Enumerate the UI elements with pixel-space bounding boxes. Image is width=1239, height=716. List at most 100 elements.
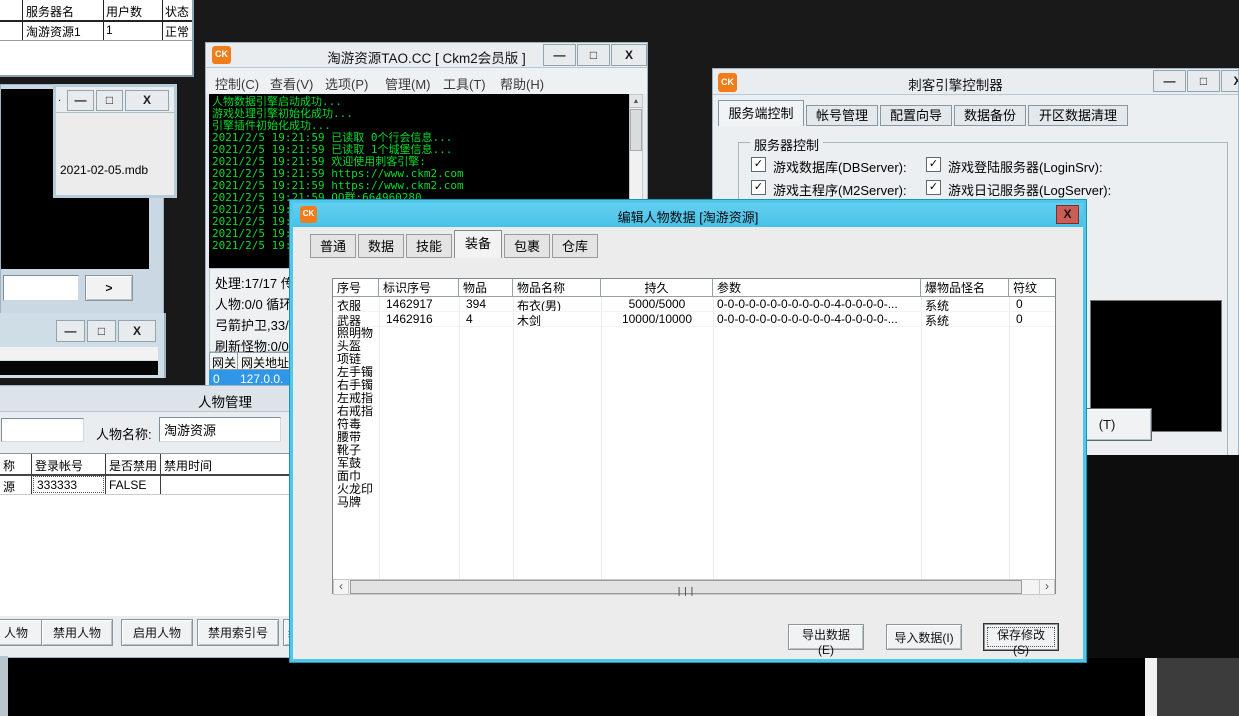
cell-id: 1462916 — [379, 312, 459, 326]
maximize-button[interactable]: □ — [1187, 70, 1220, 92]
server-row-users[interactable]: 1 — [106, 23, 113, 37]
scrollbar-thumb[interactable]: ||| — [350, 580, 1022, 594]
menu-item-manage[interactable]: 管理(M) — [385, 74, 431, 93]
path-field[interactable] — [3, 275, 79, 301]
tab-warehouse[interactable]: 仓库 — [552, 234, 598, 258]
save-changes-button[interactable]: 保存修改(S) — [984, 624, 1058, 650]
slot-row[interactable]: 右手镯 — [333, 379, 1055, 392]
ban-character-button[interactable]: 禁用人物 — [41, 619, 113, 646]
cell-item: 394 — [459, 297, 513, 311]
menu-item-options[interactable]: 选项(P) — [325, 74, 368, 93]
column-header-server-name: 服务器名 — [26, 3, 74, 20]
tab-data[interactable]: 数据 — [358, 234, 404, 258]
slot-row[interactable]: 项链 — [333, 353, 1055, 366]
dialog-title: 编辑人物数据 [淘游资源] — [293, 207, 1083, 226]
column-header-banned: 是否禁用 — [109, 457, 157, 474]
slot-row[interactable]: 右戒指 — [333, 405, 1055, 418]
slot-row[interactable]: 头盔 — [333, 340, 1055, 353]
checkbox-label-loginsrv: 游戏登陆服务器(LoginSrv): — [948, 157, 1103, 176]
minimize-button[interactable]: — — [56, 320, 85, 342]
cell-rune: 0 — [1009, 297, 1055, 311]
right-dark-region — [1086, 455, 1239, 658]
filter-input[interactable] — [1, 418, 84, 442]
column-header-gateway-address: 网关地址 — [241, 354, 289, 371]
account-row-name[interactable]: 源 — [3, 478, 15, 495]
slot-row[interactable]: 照明物 — [333, 327, 1055, 340]
slot-row[interactable]: 靴子 — [333, 444, 1055, 457]
maximize-button[interactable]: □ — [87, 320, 116, 342]
account-row-banned[interactable]: FALSE — [109, 478, 146, 492]
tab-skills[interactable]: 技能 — [406, 234, 452, 258]
slot-row[interactable]: 面巾 — [333, 470, 1055, 483]
tab-config-wizard[interactable]: 配置向导 — [880, 105, 952, 126]
enable-character-button[interactable]: 启用人物 — [121, 619, 193, 646]
titlebar[interactable]: CK 编辑人物数据 [淘游资源] X — [293, 203, 1083, 227]
close-button[interactable]: X — [611, 44, 647, 66]
menu-item-help[interactable]: 帮助(H) — [500, 74, 544, 93]
window-title: . — [58, 92, 61, 104]
column-header-drop-monster[interactable]: 爆物品怪名 — [921, 279, 1009, 296]
column-header-status: 状态 — [165, 3, 189, 20]
tab-server-control[interactable]: 服务端控制 — [718, 100, 804, 126]
scroll-up-icon[interactable]: ▲ — [630, 95, 642, 108]
scrollbar-thumb[interactable] — [630, 109, 642, 151]
tab-data-backup[interactable]: 数据备份 — [954, 105, 1026, 126]
tab-account-manage[interactable]: 帐号管理 — [806, 105, 878, 126]
bottom-black-panel — [8, 658, 1145, 716]
minimize-button[interactable]: — — [543, 44, 576, 66]
slot-row[interactable]: 马牌 — [333, 496, 1055, 509]
next-button[interactable]: > — [85, 275, 133, 301]
slot-row[interactable]: 左手镯 — [333, 366, 1055, 379]
minimize-button[interactable]: — — [1153, 70, 1186, 92]
equipment-table: 序号 标识序号 物品 物品名称 持久 参数 爆物品怪名 符纹 衣服 146291… — [332, 278, 1056, 594]
server-row-status[interactable]: 正常 — [165, 23, 189, 40]
column-header-params[interactable]: 参数 — [713, 279, 921, 296]
close-button[interactable]: X — [125, 90, 169, 111]
tab-equipment[interactable]: 装备 — [454, 230, 502, 258]
maximize-button[interactable]: □ — [577, 44, 610, 66]
close-button[interactable]: X — [1221, 70, 1239, 92]
tab-general[interactable]: 普通 — [310, 234, 356, 258]
export-data-button[interactable]: 导出数据(E) — [788, 624, 864, 650]
slot-row[interactable]: 左戒指 — [333, 392, 1055, 405]
slot-row[interactable]: 火龙印 — [333, 483, 1055, 496]
server-row-name[interactable]: 淘游资源1 — [26, 23, 81, 40]
menu-item-tools[interactable]: 工具(T) — [443, 74, 486, 93]
close-button[interactable]: X — [118, 320, 156, 342]
column-header-rune[interactable]: 符纹 — [1009, 279, 1055, 296]
ban-index-button[interactable]: 禁用索引号 — [197, 619, 279, 646]
maximize-button[interactable]: □ — [96, 90, 123, 111]
checkbox-logserver[interactable]: ✓ — [926, 180, 941, 195]
checkbox-loginsrv[interactable]: ✓ — [926, 157, 941, 172]
window-title: 刺客引擎控制器 — [713, 74, 1198, 94]
account-row-login[interactable]: 333333 — [37, 478, 77, 492]
tab-bag[interactable]: 包裹 — [504, 234, 550, 258]
column-header-item[interactable]: 物品 — [459, 279, 513, 296]
column-header-slot[interactable]: 序号 — [333, 279, 379, 296]
slot-row[interactable]: 军鼓 — [333, 457, 1055, 470]
horizontal-scrollbar[interactable]: ‹ ||| › — [333, 579, 1055, 595]
menu-item-control[interactable]: 控制(C) — [215, 74, 259, 93]
tab-zone-data-clean[interactable]: 开区数据清理 — [1028, 105, 1128, 126]
column-header-item-name[interactable]: 物品名称 — [513, 279, 601, 296]
character-name-input[interactable] — [159, 417, 281, 442]
slot-row[interactable]: 腰带 — [333, 431, 1055, 444]
column-header-name: 称 — [3, 457, 15, 474]
cell-slot: 武器 — [333, 312, 379, 326]
minimize-button[interactable]: — — [67, 90, 94, 111]
scroll-right-icon[interactable]: › — [1039, 580, 1054, 594]
checkbox-dbserver[interactable]: ✓ — [751, 157, 766, 172]
column-header-ban-time: 禁用时间 — [164, 457, 212, 474]
slot-row[interactable]: 符毒 — [333, 418, 1055, 431]
thumb-grip-icon: ||| — [676, 587, 695, 597]
column-header-id[interactable]: 标识序号 — [379, 279, 459, 296]
equipment-row[interactable]: 武器 1462916 4 木剑 10000/10000 0-0-0-0-0-0-… — [333, 312, 1055, 327]
close-button[interactable]: X — [1056, 205, 1079, 224]
checkbox-m2server[interactable]: ✓ — [751, 180, 766, 195]
scroll-left-icon[interactable]: ‹ — [334, 580, 349, 594]
cell-slot: 衣服 — [333, 297, 379, 311]
column-header-durability[interactable]: 持久 — [601, 279, 713, 296]
menu-item-view[interactable]: 查看(V) — [270, 74, 313, 93]
equipment-row[interactable]: 衣服 1462917 394 布衣(男) 5000/5000 0-0-0-0-0… — [333, 297, 1055, 312]
import-data-button[interactable]: 导入数据(I) — [886, 624, 962, 650]
